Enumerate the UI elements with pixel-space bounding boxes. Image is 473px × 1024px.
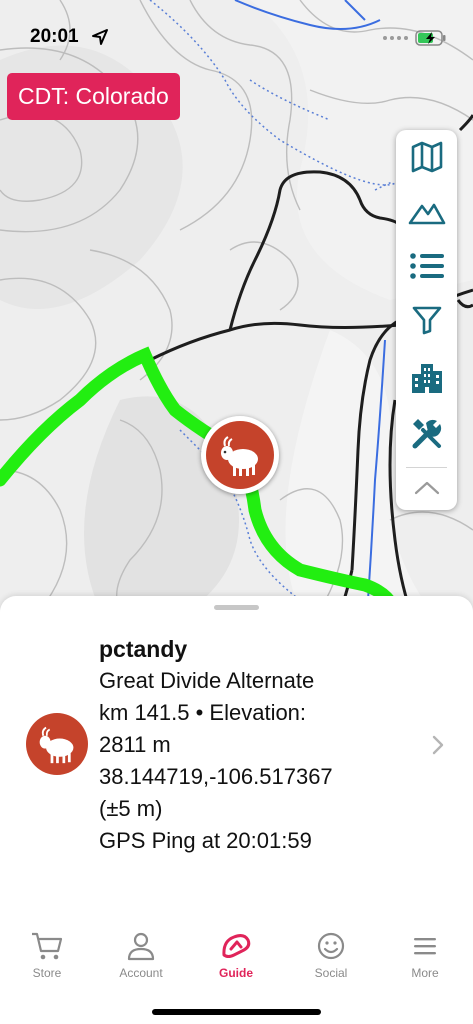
gps-ping-time: GPS Ping at 20:01:59	[99, 828, 312, 853]
tab-social[interactable]: Social	[284, 931, 378, 986]
waypoint-list-button[interactable]	[396, 241, 457, 291]
tab-store-label: Store	[32, 966, 62, 980]
route-name: Great Divide Alternate	[99, 668, 315, 693]
hiker-username: pctandy	[99, 636, 188, 662]
town-icon	[411, 364, 442, 393]
tab-guide[interactable]: Guide	[189, 931, 283, 986]
cart-icon	[32, 932, 63, 960]
mountain-goat-icon	[221, 436, 258, 476]
tab-account-label: Account	[119, 966, 163, 980]
tab-guide-label: Guide	[218, 966, 253, 980]
person-icon	[127, 932, 155, 961]
guide-logo-icon	[222, 934, 251, 958]
km-elevation: km 141.5 • Elevation:	[99, 700, 307, 725]
tab-account[interactable]: Account	[94, 931, 188, 986]
town-button[interactable]	[396, 353, 457, 403]
status-time: 20:01	[30, 26, 79, 47]
signal-dots-icon	[383, 36, 408, 40]
hiker-details: pctandy Great Divide Alternate km 141.5 …	[99, 633, 399, 857]
home-indicator[interactable]	[152, 1009, 321, 1015]
smiley-icon	[317, 932, 345, 960]
map-icon	[411, 141, 442, 173]
tools-icon	[412, 419, 441, 449]
collapse-tools-button[interactable]	[396, 468, 457, 508]
tab-store[interactable]: Store	[0, 931, 94, 986]
elevation-button[interactable]	[396, 187, 457, 237]
filter-button[interactable]	[396, 295, 457, 345]
hiker-avatar	[26, 713, 88, 775]
chevron-right-icon[interactable]	[431, 734, 445, 756]
tools-button[interactable]	[396, 409, 457, 459]
tab-bar: Store Account Guide Social More	[0, 926, 473, 1024]
filter-icon	[412, 306, 441, 335]
coordinates: 38.144719,-106.517367	[99, 764, 333, 789]
map-tools-panel	[396, 130, 457, 510]
hiker-position-marker[interactable]	[201, 416, 279, 494]
map-layers-button[interactable]	[396, 132, 457, 182]
tab-more-label: More	[411, 966, 439, 980]
menu-icon	[414, 938, 436, 955]
tab-more[interactable]: More	[378, 931, 472, 986]
sheet-grabber[interactable]	[214, 605, 259, 610]
chevron-up-icon	[414, 481, 439, 495]
hiker-details-sheet[interactable]: pctandy Great Divide Alternate km 141.5 …	[0, 596, 473, 926]
tab-social-label: Social	[314, 966, 348, 980]
mountain-goat-icon	[39, 726, 74, 764]
list-icon	[409, 253, 444, 279]
gps-accuracy: (±5 m)	[99, 796, 163, 821]
map-view[interactable]: 20:01 CDT: Colorado	[0, 0, 473, 610]
elevation-value: 2811 m	[99, 732, 171, 757]
location-arrow-icon	[92, 29, 108, 45]
elevation-icon	[408, 203, 445, 225]
region-badge[interactable]: CDT: Colorado	[7, 73, 180, 120]
battery-charging-icon	[415, 30, 446, 46]
status-bar: 20:01	[0, 0, 473, 70]
